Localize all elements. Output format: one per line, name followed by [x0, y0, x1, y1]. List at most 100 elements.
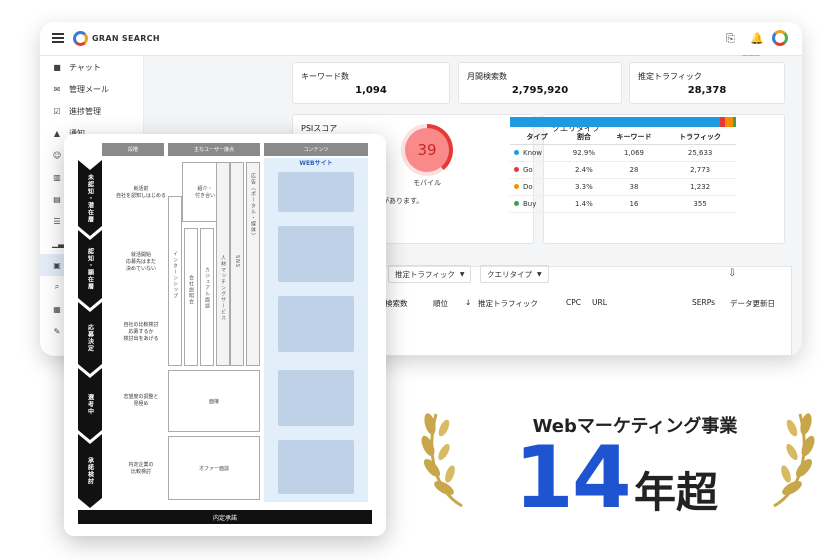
menu-icon[interactable]	[52, 33, 64, 43]
stat-label: キーワード数	[301, 72, 349, 81]
traffic-cell: 355	[664, 195, 736, 213]
query-type-bar	[510, 117, 736, 127]
top-bar: GRAN SEARCH ⎘ 🔔	[40, 22, 802, 56]
blurred-thumbnail	[278, 226, 354, 282]
bell-icon: ▲	[53, 128, 61, 138]
filter-query-type-dropdown[interactable]: クエリタイプ ▼	[480, 265, 549, 283]
sidebar-item-chat[interactable]: ■ チャット	[40, 56, 143, 78]
stage-recognition: 認知・顕在層	[78, 230, 102, 308]
brand-logo[interactable]: GRAN SEARCH	[73, 31, 160, 46]
sidebar-item-progress[interactable]: ☑ 進捗管理	[40, 100, 143, 122]
filter-traffic-dropdown[interactable]: 推定トラフィック ▼	[388, 265, 472, 283]
sidebar-item-label: チャット	[69, 62, 101, 72]
table-header-row: タイプ 割合 キーワード トラフィック	[510, 130, 736, 145]
building-icon: ▥	[53, 172, 61, 182]
chevron-down-icon: ▼	[459, 270, 465, 278]
table-header: 割合	[564, 130, 604, 145]
column-header-search-volume[interactable]: 検索数	[385, 298, 408, 309]
table-header: トラフィック	[664, 130, 736, 145]
bell-icon[interactable]: 🔔	[750, 32, 764, 45]
sidebar-item-mail[interactable]: ✉ 管理メール	[40, 78, 143, 100]
keywords-cell: 16	[603, 195, 665, 213]
legend-dot	[514, 150, 519, 155]
sidebar-item-label: 管理メール	[69, 84, 109, 94]
doc-header-content: コンテンツ	[264, 143, 368, 156]
touchpoint-briefing-box: 会社説明会	[184, 228, 198, 366]
psi-gauge: 39	[401, 124, 453, 176]
share-cell: 3.3%	[564, 178, 604, 196]
journey-map-document: 段階 主なユーザー接点 コンテンツ 未認知・潜在層 認知・顕在層 応募決定 選考…	[64, 134, 386, 536]
chevron-down-icon: ▼	[537, 270, 542, 278]
legend-dot	[514, 167, 519, 172]
logo-mark-icon	[73, 31, 88, 46]
calendar-check-icon: ☑	[53, 106, 61, 116]
column-header-traffic[interactable]: 推定トラフィック	[478, 298, 538, 309]
breadcrumb-link[interactable]: ———	[742, 52, 760, 59]
query-type-cell: Do	[510, 178, 565, 196]
blurred-thumbnail	[278, 370, 354, 426]
calendar-icon: ▦	[53, 304, 61, 314]
blurred-thumbnail	[278, 296, 354, 352]
stat-card-traffic: 推定トラフィック 28,378	[629, 62, 785, 104]
brand-name: GRAN SEARCH	[92, 34, 160, 43]
column-header-updated[interactable]: データ更新日	[730, 298, 775, 309]
list-icon: ☰	[53, 216, 61, 226]
touchpoint-briefing: 会社説明会	[188, 275, 194, 305]
touchpoint-ad-box: 広告（ポータル・媒体）	[246, 162, 260, 366]
doc-header-touchpoints: 主なユーザー接点	[168, 143, 260, 156]
stage-application: 応募決定	[78, 302, 102, 374]
query-type-table: タイプ 割合 キーワード トラフィック Know 92.9% 1,069 25,…	[510, 130, 736, 213]
query-type-cell: Buy	[510, 195, 565, 213]
stage-desc: 就活開始 応募先はまだ 決めていない	[125, 252, 156, 272]
table-header: キーワード	[603, 130, 665, 145]
user-avatar[interactable]	[772, 30, 788, 46]
stat-label: 推定トラフィック	[638, 72, 702, 81]
doc-footer: 内定承諾	[78, 510, 372, 524]
psi-title: PSIスコア	[301, 124, 338, 133]
stat-value: 2,795,920	[511, 85, 569, 96]
website-label: WEBサイト	[299, 160, 333, 167]
stage-desc: 就活前 自社を認知しはじめる	[115, 186, 166, 199]
stat-value: 1,094	[355, 85, 387, 96]
search-icon: ⌕	[54, 282, 60, 291]
legend-dot	[514, 184, 519, 189]
stage-awareness: 未認知・潜在層	[78, 160, 102, 236]
query-type-name: Do	[523, 182, 533, 191]
share-cell: 92.9%	[564, 144, 604, 162]
dropdown-label: 推定トラフィック	[395, 269, 455, 279]
download-icon[interactable]: ⇩	[728, 268, 736, 279]
stat-card-keywords: キーワード数 1,094	[292, 62, 450, 104]
column-header-url[interactable]: URL	[592, 298, 607, 307]
psi-device-label: モバイル	[413, 179, 441, 187]
column-header-serps[interactable]: SERPs	[692, 298, 715, 307]
query-bar-know	[510, 117, 720, 127]
table-row: Know 92.9% 1,069 25,633	[510, 144, 736, 162]
query-type-name: Know	[523, 148, 543, 157]
users-icon: ☺	[52, 150, 62, 160]
query-bar-do	[725, 117, 733, 127]
column-header-rank[interactable]: 順位	[433, 298, 448, 309]
touchpoint-agency-box: 人材マッチングサービス	[216, 162, 230, 366]
share-cell: 2.4%	[564, 161, 604, 179]
column-header-cpc[interactable]: CPC	[566, 298, 581, 307]
blurred-thumbnail	[278, 440, 354, 494]
table-row: Do 3.3% 38 1,232	[510, 178, 736, 196]
chat-icon: ■	[53, 62, 61, 72]
touchpoint-casual: カジュアル面談	[204, 267, 210, 309]
touchpoint-agency: 人材マッチングサービス	[220, 255, 226, 321]
blurred-thumbnail	[278, 172, 354, 212]
sort-down-icon[interactable]: ↓	[465, 298, 471, 307]
query-type-name: Go	[523, 165, 533, 174]
traffic-cell: 25,633	[664, 144, 736, 162]
keywords-cell: 38	[603, 178, 665, 196]
stat-label: 月間検索数	[467, 72, 507, 81]
add-document-icon[interactable]: ⎘	[726, 32, 735, 46]
table-row: Buy 1.4% 16 355	[510, 195, 736, 213]
document-icon: ▤	[53, 194, 61, 204]
touchpoint-offer: オファー面談	[168, 436, 260, 500]
doc-header-stage: 段階	[102, 143, 164, 156]
chart-icon: ▁▃	[52, 238, 65, 248]
psi-score: 39	[405, 128, 449, 172]
badge-unit: 年超	[634, 468, 719, 517]
stat-card-search-volume: 月間検索数 2,795,920	[458, 62, 622, 104]
